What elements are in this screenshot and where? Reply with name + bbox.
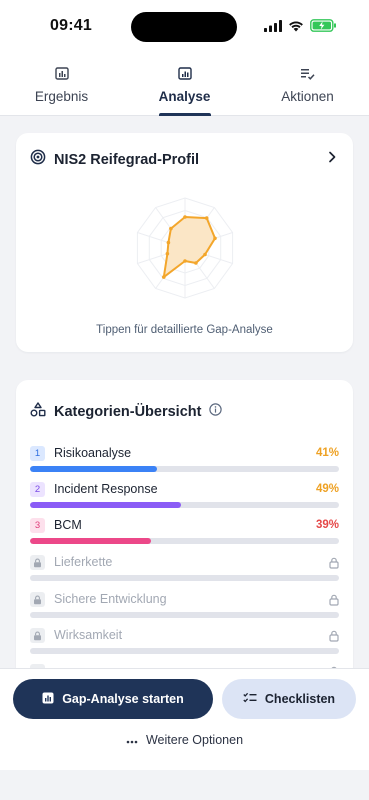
- home-indicator-area: [0, 770, 369, 800]
- card-title: Kategorien-Übersicht: [54, 404, 202, 420]
- chart-icon: [42, 692, 54, 707]
- radar-chart[interactable]: [130, 193, 240, 303]
- lock-icon: [329, 629, 339, 647]
- more-options-button[interactable]: Weitere Optionen: [0, 733, 369, 747]
- lock-icon: [329, 556, 339, 574]
- status-bar: 09:41: [0, 0, 369, 54]
- progress-track: [30, 538, 339, 544]
- progress-track: [30, 575, 339, 581]
- cellular-signal-icon: [264, 19, 282, 37]
- battery-charging-icon: [310, 19, 337, 37]
- status-time: 09:41: [50, 17, 92, 34]
- radar-point: [169, 226, 173, 231]
- radar-point: [204, 216, 209, 220]
- radar-point: [166, 240, 171, 245]
- categories-card: Kategorien-Übersicht 1 Risikoanalyse 41%…: [16, 380, 353, 668]
- category-label: Lieferkette: [54, 555, 113, 569]
- progress-track: [30, 466, 339, 472]
- lock-icon: [30, 628, 45, 643]
- category-percent: 49%: [315, 483, 339, 495]
- status-icons: [264, 19, 337, 37]
- scroll-content[interactable]: NIS2 Reifegrad-Profil Tippen für detaill…: [0, 116, 369, 668]
- more-options-label: Weitere Optionen: [145, 733, 244, 747]
- wifi-icon: [288, 19, 304, 37]
- lock-icon: [30, 592, 45, 607]
- checklists-button[interactable]: Checklisten: [222, 679, 356, 719]
- category-label: BCM: [54, 518, 82, 532]
- category-row-risikoanalyse[interactable]: 1 Risikoanalyse 41%: [30, 446, 339, 476]
- category-row-sichere-entwicklung-locked[interactable]: Sichere Entwicklung: [30, 592, 339, 622]
- radar-series-area: [162, 216, 216, 279]
- button-label: Checklisten: [264, 692, 336, 706]
- checklist-icon: [243, 692, 257, 707]
- category-percent: 39%: [315, 519, 339, 531]
- category-number-badge: 3: [30, 518, 45, 533]
- tab-ergebnis[interactable]: Ergebnis: [0, 54, 123, 116]
- category-label: Risikoanalyse: [54, 446, 132, 460]
- radar-point: [162, 275, 166, 279]
- lock-icon: [329, 593, 339, 611]
- category-percent: 41%: [315, 447, 339, 459]
- tab-label: Analyse: [158, 88, 211, 104]
- category-label: Wirksamkeit: [54, 628, 123, 642]
- tab-label: Ergebnis: [34, 88, 89, 104]
- tab-analyse[interactable]: Analyse: [123, 54, 246, 116]
- button-label: Gap-Analyse starten: [62, 692, 184, 706]
- category-label: Incident Response: [54, 482, 158, 496]
- progress-track: [30, 612, 339, 618]
- radar-point: [194, 261, 198, 265]
- category-number-badge: 1: [30, 446, 45, 461]
- progress-track: [30, 502, 339, 508]
- maturity-profile-card[interactable]: NIS2 Reifegrad-Profil Tippen für detaill…: [16, 133, 353, 352]
- bar-chart-icon: [54, 66, 69, 83]
- radar-hint: Tippen für detaillierte Gap-Analyse: [96, 324, 273, 336]
- start-gap-analysis-button[interactable]: Gap-Analyse starten: [13, 679, 213, 719]
- radar-point: [183, 215, 187, 219]
- category-row-wirksamkeit-locked[interactable]: Wirksamkeit: [30, 628, 339, 658]
- progress-track: [30, 648, 339, 654]
- category-row-lieferkette-locked[interactable]: Lieferkette: [30, 555, 339, 585]
- card-header: Kategorien-Übersicht: [30, 402, 223, 422]
- tab-aktionen[interactable]: Aktionen: [246, 54, 369, 116]
- card-header: NIS2 Reifegrad-Profil: [30, 149, 339, 170]
- chevron-right-icon[interactable]: [325, 149, 339, 170]
- segment-tabbar: Ergebnis Analyse Aktionen: [0, 54, 369, 116]
- category-row-incident-response[interactable]: 2 Incident Response 49%: [30, 482, 339, 512]
- dynamic-island: [131, 12, 237, 42]
- ellipsis-icon: [126, 733, 138, 747]
- radar-point: [213, 236, 217, 241]
- radar-point: [183, 259, 187, 263]
- checklist-icon: [300, 67, 315, 83]
- bottom-action-bar: Gap-Analyse starten Checklisten Weitere …: [0, 668, 369, 770]
- category-label: Sichere Entwicklung: [54, 592, 167, 606]
- tab-label: Aktionen: [281, 88, 334, 104]
- radar-point: [203, 252, 207, 257]
- target-icon: [30, 149, 46, 170]
- card-title: NIS2 Reifegrad-Profil: [54, 151, 200, 168]
- shapes-icon: [30, 402, 46, 422]
- radar-point: [165, 251, 170, 256]
- lock-icon: [30, 555, 45, 570]
- category-row-bcm[interactable]: 3 BCM 39%: [30, 518, 339, 548]
- progress-fill: [30, 502, 182, 508]
- info-icon[interactable]: [209, 403, 223, 421]
- report-chart-icon: [177, 66, 192, 83]
- progress-fill: [30, 538, 151, 544]
- progress-fill: [30, 466, 157, 472]
- category-number-badge: 2: [30, 482, 45, 497]
